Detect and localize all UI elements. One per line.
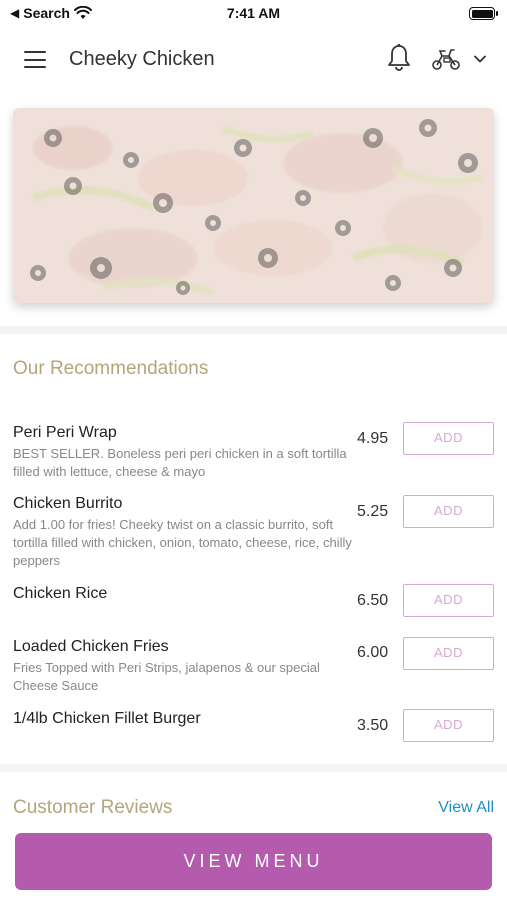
item-name: Chicken Burrito [13, 495, 123, 512]
recommendations-title: Our Recommendations [13, 358, 209, 379]
view-all-link[interactable]: View All [438, 799, 494, 817]
item-name: 1/4lb Chicken Fillet Burger [13, 710, 201, 727]
recommendations-section: Our Recommendations Peri Peri Wrap BEST … [0, 334, 507, 764]
item-price: 4.95 [357, 430, 389, 447]
status-bar: ◀ Search 7:41 AM [0, 0, 507, 28]
item-price: 5.25 [357, 503, 389, 520]
banner-image[interactable] [13, 108, 494, 303]
item-name: Loaded Chicken Fries [13, 638, 169, 655]
list-item[interactable]: 1/4lb Chicken Fillet Burger 3.50 ADD [0, 709, 507, 750]
status-time: 7:41 AM [226, 5, 281, 21]
page-title: Cheeky Chicken [69, 48, 215, 70]
hamburger-menu-icon[interactable] [24, 51, 46, 68]
add-button[interactable]: ADD [403, 422, 494, 455]
item-description: Fries Topped with Peri Strips, jalapenos… [13, 660, 320, 693]
item-price: 3.50 [357, 717, 389, 734]
app-header: Cheeky Chicken [0, 28, 507, 92]
banner-section [0, 92, 507, 326]
item-description: Add 1.00 for fries! Cheeky twist on a cl… [13, 517, 352, 568]
list-item[interactable]: Chicken Burrito Add 1.00 for fries! Chee… [0, 495, 507, 573]
list-item[interactable]: Loaded Chicken Fries Fries Topped with P… [0, 637, 507, 698]
add-button[interactable]: ADD [403, 584, 494, 617]
item-price: 6.00 [357, 644, 389, 661]
item-name: Peri Peri Wrap [13, 424, 117, 441]
app-screen: ◀ Search 7:41 AM Cheeky Chicken Our Reco… [0, 0, 507, 900]
add-button[interactable]: ADD [403, 495, 494, 528]
reviews-title: Customer Reviews [13, 797, 173, 818]
view-menu-button[interactable]: VIEW MENU [15, 833, 492, 890]
item-name: Chicken Rice [13, 585, 108, 602]
bell-icon[interactable] [386, 43, 412, 73]
scooter-icon[interactable] [431, 46, 461, 72]
add-button[interactable]: ADD [403, 709, 494, 742]
add-button[interactable]: ADD [403, 637, 494, 670]
list-item[interactable]: Peri Peri Wrap BEST SELLER. Boneless per… [0, 422, 507, 484]
list-item[interactable]: Chicken Rice 6.50 ADD [0, 584, 507, 625]
chevron-down-icon[interactable] [473, 52, 487, 66]
item-description: BEST SELLER. Boneless peri peri chicken … [13, 446, 347, 479]
item-price: 6.50 [357, 592, 389, 609]
battery-icon [469, 7, 498, 20]
